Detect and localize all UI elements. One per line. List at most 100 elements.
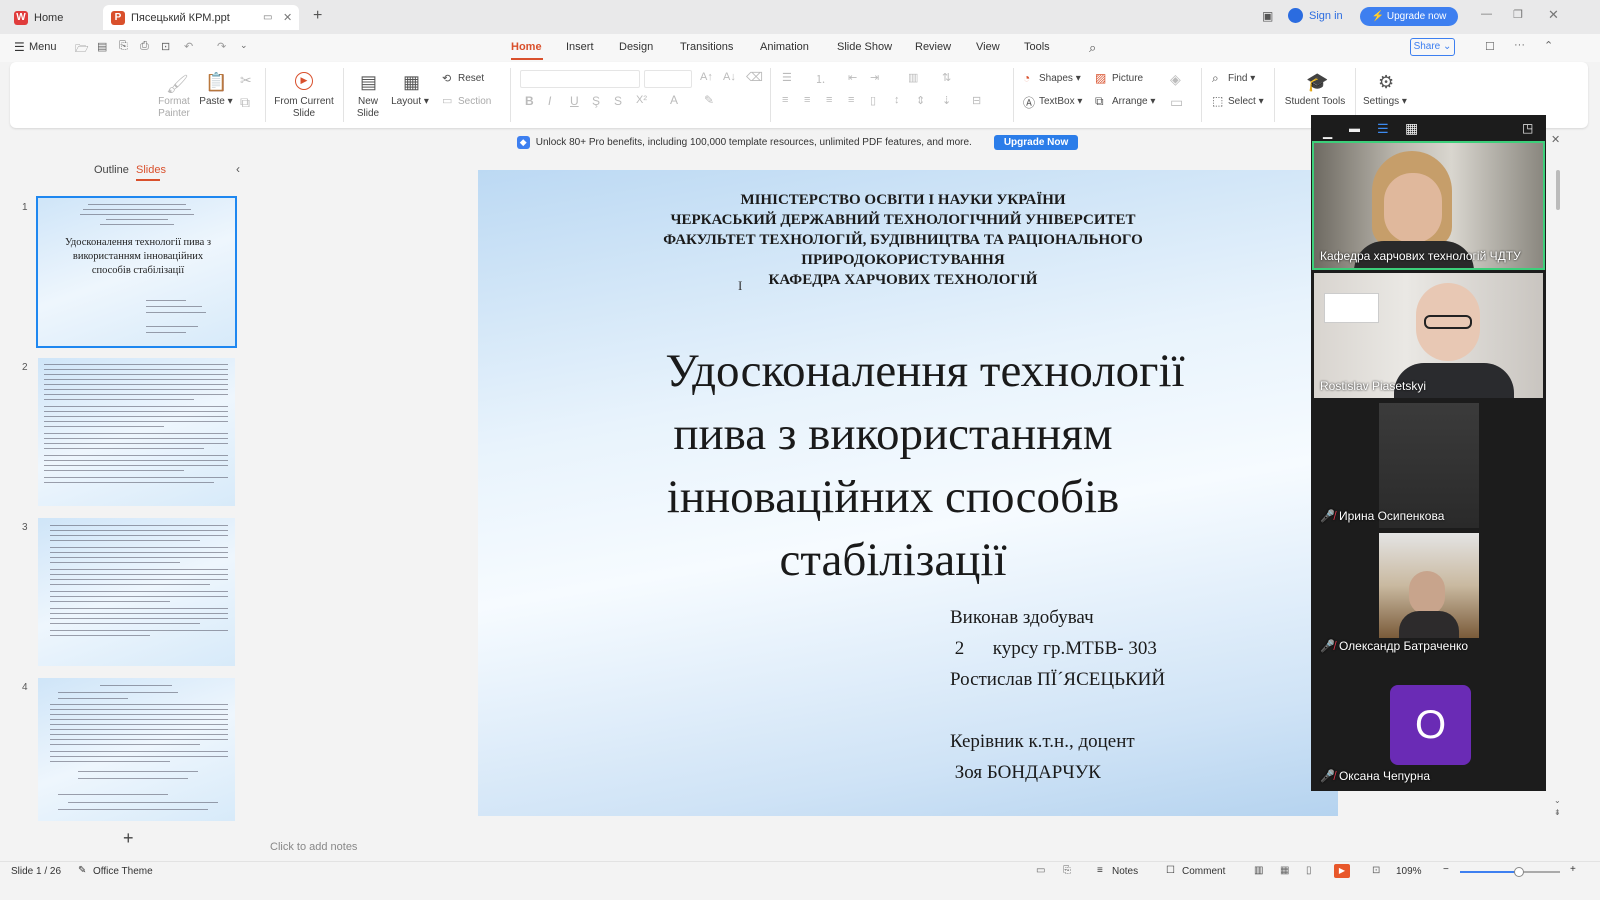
menu-button[interactable]: Menu bbox=[29, 41, 57, 53]
tab-tools[interactable]: Tools bbox=[1024, 41, 1050, 53]
tab-insert[interactable]: Insert bbox=[566, 41, 594, 53]
minimize-icon[interactable]: — bbox=[1481, 8, 1492, 20]
fill-icon[interactable]: ◈ bbox=[1170, 71, 1181, 88]
superscript-icon[interactable]: X² bbox=[636, 94, 647, 106]
normal-view-icon[interactable]: ▥ bbox=[1254, 865, 1263, 876]
paragraph-spacing-icon[interactable]: ⇕ bbox=[916, 94, 925, 107]
text-direction-icon[interactable]: ⇣ bbox=[942, 94, 951, 107]
print-preview-icon[interactable]: ⊡ bbox=[161, 40, 170, 53]
zoom-slider-handle[interactable] bbox=[1514, 867, 1524, 877]
decrease-indent-icon[interactable]: ⇤ bbox=[848, 71, 857, 84]
next-slide-icon[interactable]: ⇟ bbox=[1554, 808, 1561, 817]
tab-slide-show[interactable]: Slide Show bbox=[837, 41, 892, 53]
zoom-in-icon[interactable]: + bbox=[1570, 864, 1576, 875]
picture-button[interactable]: Picture bbox=[1112, 73, 1143, 84]
align-left-icon[interactable]: ≡ bbox=[782, 94, 788, 106]
columns-icon[interactable]: ▥ bbox=[908, 71, 918, 84]
side-view-icon[interactable]: ☰ bbox=[1377, 121, 1389, 137]
banner-upgrade-button[interactable]: Upgrade Now bbox=[993, 134, 1079, 150]
section-button[interactable]: Section bbox=[458, 96, 491, 107]
font-size-select[interactable] bbox=[644, 70, 692, 88]
tab-review[interactable]: Review bbox=[915, 41, 951, 53]
upgrade-now-button[interactable]: ⚡ Upgrade now bbox=[1360, 7, 1458, 26]
device-icon[interactable]: ▣ bbox=[1262, 9, 1273, 23]
more-options-icon[interactable]: ··· bbox=[1514, 39, 1525, 51]
comment-button[interactable]: Comment bbox=[1182, 866, 1225, 877]
search-icon[interactable]: ⌕ bbox=[1089, 40, 1096, 56]
paste-button[interactable]: Paste ▾ bbox=[196, 96, 236, 107]
increase-indent-icon[interactable]: ⇥ bbox=[870, 71, 879, 84]
banner-close-icon[interactable]: ✕ bbox=[1551, 133, 1560, 146]
slide-sorter-icon[interactable]: ▦ bbox=[1280, 865, 1289, 876]
slide-thumbnail-1[interactable]: Удосконалення технології пива з використ… bbox=[36, 196, 237, 348]
find-button[interactable]: Find ▾ bbox=[1228, 73, 1255, 84]
user-avatar-icon[interactable] bbox=[1288, 8, 1303, 23]
settings-button[interactable]: Settings ▾ bbox=[1360, 96, 1410, 107]
notes-button[interactable]: Notes bbox=[1112, 866, 1138, 877]
textbox-button[interactable]: TextBox ▾ bbox=[1039, 96, 1082, 107]
slides-tab[interactable]: Slides bbox=[136, 164, 166, 176]
numbering-icon[interactable]: ⒈ bbox=[815, 71, 826, 87]
text-align-icon[interactable]: ⊟ bbox=[972, 94, 981, 107]
highlight-icon[interactable]: ✎ bbox=[704, 93, 714, 107]
redo-icon[interactable]: ↷ bbox=[217, 40, 226, 53]
reset-button[interactable]: Reset bbox=[458, 73, 484, 84]
add-slide-icon[interactable]: + bbox=[123, 828, 134, 849]
collapse-ribbon-icon[interactable]: ⌃ bbox=[1544, 39, 1553, 52]
gallery-view-icon[interactable]: ▦ bbox=[1405, 120, 1418, 137]
zoom-out-icon[interactable]: − bbox=[1443, 864, 1449, 875]
font-family-select[interactable] bbox=[520, 70, 640, 88]
scrollbar-thumb[interactable] bbox=[1556, 170, 1560, 210]
zoom-slider[interactable] bbox=[1460, 867, 1560, 877]
bold-icon[interactable]: B bbox=[525, 94, 534, 108]
fit-window-icon[interactable]: ⊡ bbox=[1372, 865, 1380, 876]
sign-in-link[interactable]: Sign in bbox=[1309, 10, 1343, 22]
justify-icon[interactable]: ≡ bbox=[848, 94, 854, 106]
collapse-panel-icon[interactable]: ‹ bbox=[236, 162, 240, 176]
distribute-icon[interactable]: ▯ bbox=[870, 94, 876, 107]
font-color-icon[interactable]: A bbox=[670, 93, 678, 107]
comments-icon[interactable]: ☐ bbox=[1485, 40, 1495, 53]
fit-icon[interactable]: ▭ bbox=[1036, 865, 1045, 876]
align-right-icon[interactable]: ≡ bbox=[826, 94, 832, 106]
document-tab[interactable]: P Пясецький КРМ.ppt ▭ ✕ bbox=[103, 5, 299, 30]
sort-icon[interactable]: ⇅ bbox=[942, 71, 951, 84]
format-painter-button[interactable]: Format Painter bbox=[154, 96, 194, 120]
zoom-level[interactable]: 109% bbox=[1396, 866, 1422, 877]
new-tab-icon[interactable]: + bbox=[313, 7, 322, 25]
underline-icon[interactable]: U bbox=[570, 94, 579, 108]
copy-icon[interactable]: ⧉ bbox=[240, 94, 250, 111]
minimize-call-icon[interactable]: ▁ bbox=[1323, 125, 1332, 139]
tab-design[interactable]: Design bbox=[619, 41, 653, 53]
vertical-scrollbar[interactable]: ⌄ ⇟ bbox=[1551, 156, 1565, 856]
participant-video-tile[interactable]: 🎤̸ Ирина Осипенкова bbox=[1314, 403, 1543, 528]
outline-tab[interactable]: Outline bbox=[94, 164, 129, 176]
arrange-button[interactable]: Arrange ▾ bbox=[1112, 96, 1155, 107]
slide-thumbnail-3[interactable] bbox=[38, 518, 235, 666]
tab-home[interactable]: Home bbox=[511, 41, 542, 53]
layout-button[interactable]: Layout ▾ bbox=[388, 96, 432, 107]
from-current-slide-button[interactable]: From Current Slide bbox=[272, 96, 336, 120]
notes-area[interactable]: Click to add notes bbox=[262, 836, 1562, 858]
cut-icon[interactable]: ✂ bbox=[240, 72, 252, 89]
select-button[interactable]: Select ▾ bbox=[1228, 96, 1264, 107]
open-folder-icon[interactable]: 🗁 bbox=[75, 40, 89, 59]
align-center-icon[interactable]: ≡ bbox=[804, 94, 810, 106]
shapes-button[interactable]: Shapes ▾ bbox=[1039, 73, 1081, 84]
export-icon[interactable]: ⎘ bbox=[119, 40, 128, 53]
close-window-icon[interactable]: ✕ bbox=[1548, 7, 1559, 23]
tab-animation[interactable]: Animation bbox=[760, 41, 809, 53]
slide-thumbnail-2[interactable] bbox=[38, 358, 235, 506]
print-icon[interactable]: ⎙ bbox=[140, 40, 149, 53]
more-actions-icon[interactable]: ⌄ bbox=[240, 40, 248, 51]
line-spacing-icon[interactable]: ↕ bbox=[894, 94, 900, 106]
participant-video-tile[interactable]: Rostislav Piasetskyi bbox=[1314, 273, 1543, 398]
clear-format-icon[interactable]: ⌫ bbox=[746, 70, 763, 84]
hamburger-icon[interactable]: ☰ bbox=[14, 40, 25, 54]
italic-icon[interactable]: I bbox=[548, 94, 551, 108]
reading-view-icon[interactable]: ▯ bbox=[1306, 865, 1312, 876]
participant-video-tile[interactable]: Кафедра харчових технологій ЧДТУ bbox=[1312, 141, 1545, 270]
participant-video-tile[interactable]: 🎤̸ Олександр Батраченко bbox=[1314, 533, 1543, 658]
bullets-icon[interactable]: ☰ bbox=[782, 71, 792, 84]
shadow-icon[interactable]: S bbox=[614, 94, 622, 108]
